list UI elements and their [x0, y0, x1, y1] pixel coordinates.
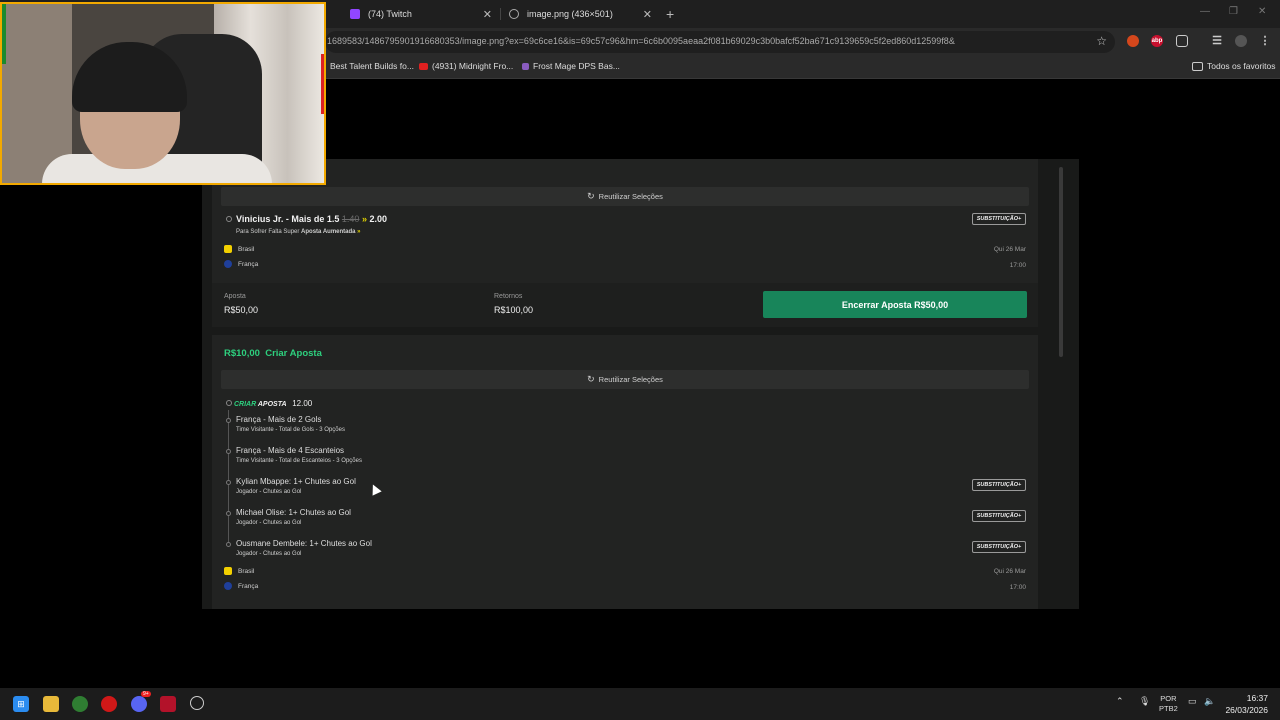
notification-badge: 9+	[141, 691, 151, 697]
shirt-icon	[224, 582, 232, 590]
leg-title: França - Mais de 4 Escanteios	[236, 446, 345, 455]
volume-icon[interactable]: 🔈	[1204, 696, 1215, 707]
match-time: 17:00	[1009, 262, 1026, 269]
reuse-selections-button[interactable]: ↻ Reutilizar Seleções	[221, 370, 1029, 389]
file-explorer-icon[interactable]	[43, 696, 59, 712]
refresh-icon: ↻	[587, 374, 595, 384]
bookmark-icon	[522, 63, 529, 71]
opera-icon[interactable]	[101, 696, 117, 712]
reuse-selections-button[interactable]: ↻ Reutilizar Seleções	[221, 187, 1029, 206]
youtube-icon	[419, 63, 428, 71]
leg-title: França - Mais de 2 Gols	[236, 415, 322, 424]
chevron-up-icon[interactable]: ⌃	[1116, 696, 1124, 707]
bookmark-item[interactable]: (4931) Midnight Fro...	[419, 61, 513, 71]
app-icon[interactable]	[160, 696, 176, 712]
stake-value: R$50,00	[224, 305, 259, 315]
leg-title: Kylian Mbappe: 1+ Chutes ao Gol	[236, 477, 356, 486]
substitution-button[interactable]: SUBSTITUIÇÃO+	[972, 213, 1026, 225]
globe-icon	[509, 9, 519, 19]
clock[interactable]: 16:37 26/03/2026	[1225, 692, 1268, 716]
twitch-icon	[350, 9, 360, 19]
tab-title: image.png (436×501)	[527, 9, 613, 19]
leg-sub: Jogador - Chutes ao Gol	[236, 489, 302, 495]
scrollbar[interactable]	[1059, 167, 1063, 357]
selection-dot	[226, 216, 232, 222]
media-controls-icon[interactable]: ☰	[1211, 35, 1223, 47]
discord-icon[interactable]: 9+	[131, 691, 151, 712]
chrome-icon[interactable]	[72, 696, 88, 712]
selection-dot	[226, 400, 232, 406]
leg-dot	[226, 511, 231, 516]
away-team: França	[224, 582, 258, 590]
bookmark-item[interactable]: Frost Mage DPS Bas...	[522, 61, 620, 71]
tab-twitch[interactable]: (74) Twitch ✕	[350, 4, 492, 24]
folder-icon	[1192, 62, 1203, 72]
menu-kebab-icon[interactable]: ⋮	[1259, 35, 1271, 47]
boost-arrows: »	[361, 214, 367, 224]
legs-connector	[228, 410, 229, 546]
leg-title: Ousmane Dembele: 1+ Chutes ao Gol	[236, 539, 372, 548]
app-icon[interactable]	[190, 696, 204, 710]
profile-avatar[interactable]	[1235, 35, 1247, 47]
selection-market: Para Sofrer Falta Super Aposta Aumentada…	[236, 229, 361, 235]
network-icon[interactable]: ▭	[1188, 696, 1197, 707]
microphone-icon[interactable]: 🎙	[1139, 696, 1150, 707]
leg-dot	[226, 418, 231, 423]
substitution-button[interactable]: SUBSTITUIÇÃO+	[972, 541, 1026, 553]
tab-image[interactable]: image.png (436×501) ✕	[509, 4, 652, 24]
returns-value: R$100,00	[494, 305, 534, 315]
substitution-button[interactable]: SUBSTITUIÇÃO+	[972, 479, 1026, 491]
home-team: Brasil	[224, 245, 254, 253]
leg-sub: Time Visitante - Total de Gols - 3 Opçõe…	[236, 427, 345, 433]
away-team: França	[224, 260, 258, 268]
extensions-puzzle-icon[interactable]	[1176, 35, 1188, 47]
match-date: Qui 26 Mar	[993, 246, 1026, 253]
maximize-icon[interactable]: ❐	[1229, 6, 1238, 17]
windows-taskbar: ⊞ 9+ ⌃ 🎙 POR PTB2 ▭ 🔈 16:37 26/03/2026	[0, 688, 1280, 720]
shirt-icon	[224, 567, 232, 575]
adblock-icon[interactable]: abp	[1151, 35, 1163, 47]
refresh-icon: ↻	[587, 191, 595, 201]
bets-panel: ↻ Reutilizar Seleções Vinicius Jr. - Mais…	[202, 159, 1079, 609]
minimize-icon[interactable]: —	[1200, 6, 1210, 17]
leg-dot	[226, 542, 231, 547]
leg-sub: Jogador - Chutes ao Gol	[236, 551, 302, 557]
new-odds: 2.00	[369, 214, 388, 224]
new-tab-button[interactable]: +	[666, 6, 674, 22]
bet-builder-label: CRIAR APOSTA 12.00	[234, 399, 313, 408]
substitution-button[interactable]: SUBSTITUIÇÃO+	[972, 510, 1026, 522]
leg-sub: Time Visitante - Total de Escanteios - 3…	[236, 458, 362, 464]
close-tab-icon[interactable]: ✕	[483, 8, 492, 21]
leg-dot	[226, 480, 231, 485]
stake-label: Aposta	[224, 293, 246, 300]
bet-card: R$10,00 Criar Aposta ↻ Reutilizar Seleçõe…	[212, 335, 1038, 609]
builder-odds: 12.00	[292, 399, 313, 408]
shirt-icon	[224, 260, 232, 268]
leg-title: Michael Olise: 1+ Chutes ao Gol	[236, 508, 351, 517]
shirt-icon	[224, 245, 232, 253]
leg-sub: Jogador - Chutes ao Gol	[236, 520, 302, 526]
close-window-icon[interactable]: ✕	[1258, 6, 1266, 17]
cashout-button[interactable]: Encerrar Aposta R$50,00	[763, 291, 1027, 318]
home-team: Brasil	[224, 567, 254, 575]
tab-title: (74) Twitch	[368, 9, 412, 19]
old-odds: 1.40	[341, 214, 360, 224]
windows-start-icon[interactable]: ⊞	[13, 696, 29, 712]
match-time: 17:00	[1009, 584, 1026, 591]
returns-label: Retornos	[494, 293, 523, 300]
all-bookmarks[interactable]: Todos os favoritos	[1192, 61, 1276, 72]
bet-card: ↻ Reutilizar Seleções Vinicius Jr. - Mais…	[212, 159, 1038, 327]
close-tab-icon[interactable]: ✕	[643, 8, 652, 21]
leg-dot	[226, 449, 231, 454]
bet-header: R$10,00 Criar Aposta	[224, 348, 322, 359]
language-indicator[interactable]: POR PTB2	[1159, 694, 1178, 714]
selection-title: Vinicius Jr. - Mais de 1.5 1.40 » 2.00	[236, 214, 388, 224]
match-date: Qui 26 Mar	[993, 568, 1026, 575]
address-bar[interactable]: 1689583/1486795901916680353/image.png?ex…	[325, 31, 1115, 53]
url-text: 1689583/1486795901916680353/image.png?ex…	[327, 36, 955, 46]
bookmark-item[interactable]: Best Talent Builds fo...	[330, 61, 414, 71]
extension-icon[interactable]	[1127, 35, 1139, 47]
webcam-overlay	[0, 2, 326, 185]
bookmark-star-icon[interactable]: ☆	[1096, 34, 1107, 48]
